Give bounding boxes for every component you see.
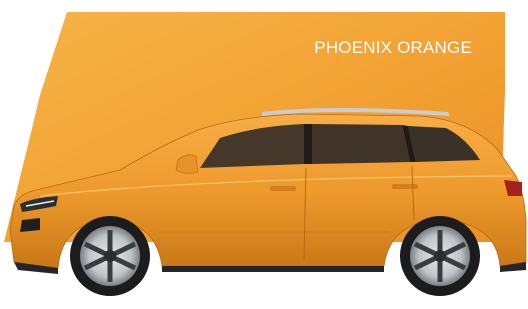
rear-door-window xyxy=(312,124,410,164)
door-handle-rear xyxy=(392,184,418,189)
lower-cladding xyxy=(162,266,384,272)
rear-wheel xyxy=(400,216,480,296)
front-wheel xyxy=(70,216,150,296)
door-handle-front xyxy=(270,186,296,191)
car-image xyxy=(0,0,528,304)
